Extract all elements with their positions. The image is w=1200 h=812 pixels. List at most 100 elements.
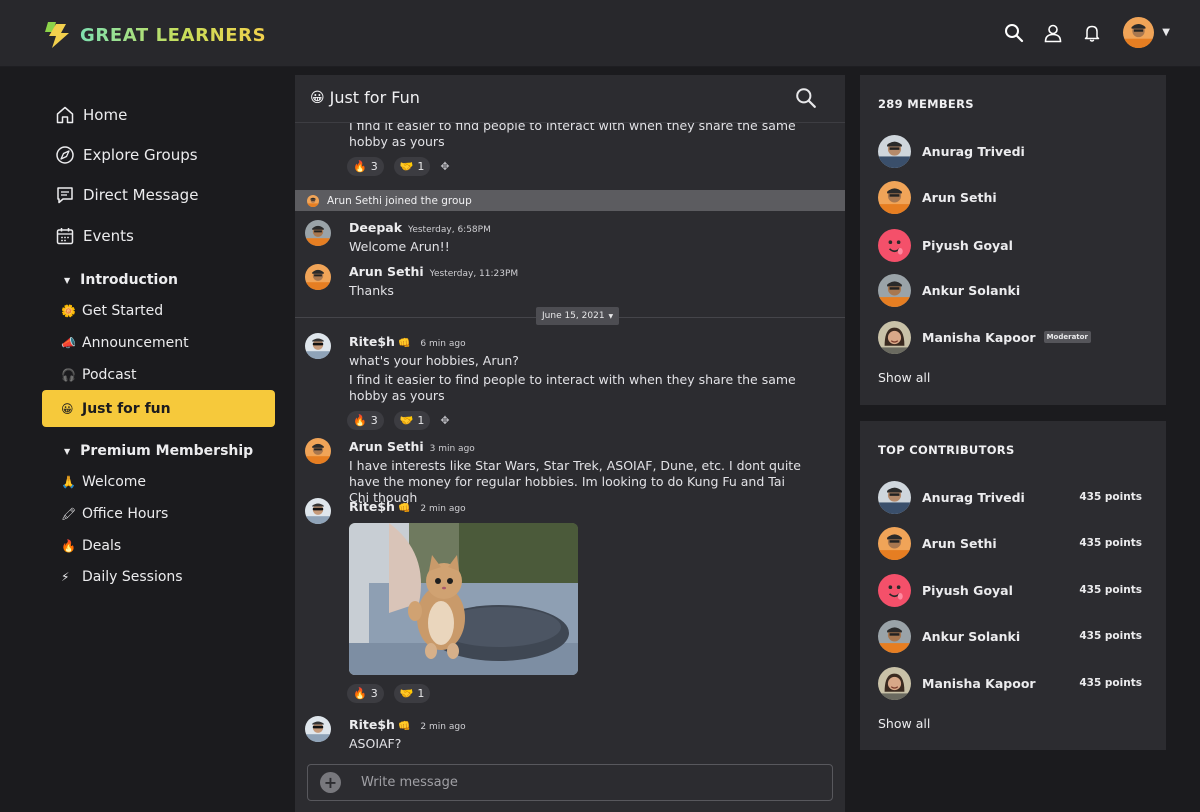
- channel-daily-sessions[interactable]: ⚡ Daily Sessions: [61, 569, 183, 585]
- avatar[interactable]: [305, 220, 331, 246]
- avatar: [878, 480, 911, 514]
- message-input[interactable]: [361, 775, 781, 790]
- channel-podcast[interactable]: 🎧 Podcast: [61, 367, 136, 383]
- author-name[interactable]: Arun Sethi: [349, 264, 424, 279]
- contributor-points: 435 points: [1079, 537, 1142, 549]
- reaction-fire[interactable]: 🔥 3: [347, 411, 384, 430]
- add-reaction-icon[interactable]: ✥: [440, 414, 449, 427]
- author-name[interactable]: Rite$h: [349, 334, 395, 349]
- channel-just-for-fun-label: Just for fun: [82, 400, 171, 417]
- author-name[interactable]: Arun Sethi: [349, 439, 424, 454]
- headphones-icon: 🎧: [61, 368, 76, 382]
- channel-welcome[interactable]: 🙏 Welcome: [61, 474, 146, 490]
- nav-explore-groups[interactable]: Explore Groups: [55, 145, 198, 165]
- fire-icon: 🔥: [353, 687, 367, 700]
- date-separator[interactable]: June 15, 2021 ▼: [536, 307, 620, 325]
- date-separator-text: June 15, 2021: [542, 311, 605, 321]
- reaction-handshake[interactable]: 🤝 1: [393, 411, 431, 430]
- avatar: [878, 526, 911, 560]
- chat-title-text: Just for Fun: [329, 88, 420, 107]
- nav-events-label: Events: [83, 227, 134, 245]
- message-author: Rite$h 👊 6 min ago: [349, 334, 466, 349]
- top-contributors-panel: TOP CONTRIBUTORS Anurag Trivedi 435 poin…: [860, 421, 1166, 750]
- members-show-all-link[interactable]: Show all: [878, 370, 930, 385]
- contributor-points: 435 points: [1079, 584, 1142, 596]
- contributor-row[interactable]: Manisha Kapoor 435 points: [878, 666, 1148, 700]
- avatar: [878, 134, 911, 168]
- handshake-icon: 🤝: [399, 160, 414, 173]
- reaction-fire[interactable]: 🔥 3: [347, 157, 384, 176]
- contributor-row[interactable]: Ankur Solanki 435 points: [878, 619, 1148, 653]
- search-icon[interactable]: [1003, 22, 1025, 44]
- flower-icon: 🌼: [61, 304, 76, 318]
- contributor-name: Piyush Goyal: [922, 582, 1013, 598]
- account-menu-caret-icon[interactable]: ▼: [1162, 27, 1170, 38]
- lightning-icon: ⚡: [61, 570, 70, 584]
- avatar[interactable]: [305, 716, 331, 742]
- contributor-row[interactable]: Arun Sethi 435 points: [878, 526, 1148, 560]
- chat-title: 😀 Just for Fun: [310, 88, 420, 107]
- channel-welcome-label: Welcome: [82, 474, 147, 490]
- top-bar: GREAT LEARNERS ▼: [0, 0, 1200, 67]
- section-premium-membership-title: Premium Membership: [80, 443, 254, 459]
- message-timestamp: Yesterday, 6:58PM: [408, 225, 491, 235]
- contributor-row[interactable]: Anurag Trivedi 435 points: [878, 480, 1148, 514]
- avatar[interactable]: [305, 498, 331, 524]
- chat-search-icon[interactable]: [795, 87, 817, 109]
- collapse-caret-icon: ▼: [64, 275, 71, 285]
- member-row[interactable]: Anurag Trivedi: [878, 134, 1148, 168]
- section-premium-membership[interactable]: ▼ Premium Membership: [64, 443, 253, 459]
- channel-get-started[interactable]: 🌼 Get Started: [61, 303, 163, 319]
- reaction-fire[interactable]: 🔥 3: [347, 684, 384, 703]
- nav-events[interactable]: Events: [55, 226, 134, 246]
- message-text: Welcome Arun!!: [349, 239, 450, 254]
- contributor-name: Ankur Solanki: [922, 628, 1021, 644]
- bell-icon[interactable]: [1081, 22, 1103, 44]
- member-row[interactable]: Manisha Kapoor Moderator: [878, 320, 1148, 354]
- nav-home[interactable]: Home: [55, 105, 127, 125]
- author-name[interactable]: Deepak: [349, 220, 402, 235]
- user-avatar[interactable]: [1123, 17, 1155, 48]
- moderator-badge: Moderator: [1043, 331, 1091, 343]
- kitten-photo[interactable]: [349, 523, 578, 675]
- message-author: Rite$h 👊 2 min ago: [349, 499, 466, 514]
- contributor-row[interactable]: Piyush Goyal 435 points: [878, 573, 1148, 607]
- add-attachment-icon[interactable]: +: [320, 772, 341, 793]
- contributors-show-all-link[interactable]: Show all: [878, 716, 930, 731]
- user-profile-icon[interactable]: [1042, 22, 1064, 44]
- channel-just-for-fun[interactable]: 😀 Just for fun: [42, 390, 275, 427]
- reaction-count: 3: [370, 414, 378, 427]
- brand-logo[interactable]: GREAT LEARNERS: [42, 20, 266, 50]
- avatar[interactable]: [305, 333, 331, 359]
- add-reaction-icon[interactable]: ✥: [440, 160, 449, 173]
- members-title: 289 MEMBERS: [878, 97, 974, 111]
- channel-deals[interactable]: 🔥 Deals: [61, 538, 121, 554]
- join-notice: Arun Sethi joined the group: [295, 190, 845, 211]
- message-author: Arun Sethi 3 min ago: [349, 439, 475, 454]
- author-name[interactable]: Rite$h: [349, 717, 395, 732]
- avatar[interactable]: [305, 264, 331, 290]
- section-introduction[interactable]: ▼ Introduction: [64, 272, 178, 288]
- member-row[interactable]: Ankur Solanki: [878, 273, 1148, 307]
- avatar: [878, 320, 911, 354]
- channel-podcast-label: Podcast: [82, 367, 137, 383]
- member-row[interactable]: Piyush Goyal: [878, 228, 1148, 262]
- author-name[interactable]: Rite$h: [349, 499, 395, 514]
- avatar: [878, 180, 911, 214]
- fire-icon: 🔥: [353, 414, 367, 427]
- channel-office-hours[interactable]: 🖍 Office Hours: [61, 506, 168, 522]
- reaction-handshake[interactable]: 🤝 1: [393, 684, 431, 703]
- message-reactions: 🔥 3 🤝 1 ✥: [347, 157, 450, 176]
- message-icon: [57, 187, 73, 204]
- reaction-handshake[interactable]: 🤝 1: [393, 157, 431, 176]
- channel-get-started-label: Get Started: [82, 303, 164, 319]
- lightning-logo-icon: [45, 22, 69, 48]
- channel-announcement[interactable]: 📣 Announcement: [61, 335, 189, 351]
- message-reactions: 🔥 3 🤝 1: [347, 684, 440, 703]
- avatar[interactable]: [305, 438, 331, 464]
- message-text: I find it easier to find people to inter…: [349, 372, 796, 403]
- member-row[interactable]: Arun Sethi: [878, 180, 1148, 214]
- nav-direct-message[interactable]: Direct Message: [55, 185, 198, 205]
- brand-name: GREAT LEARNERS: [80, 24, 267, 46]
- contributor-points: 435 points: [1079, 491, 1142, 503]
